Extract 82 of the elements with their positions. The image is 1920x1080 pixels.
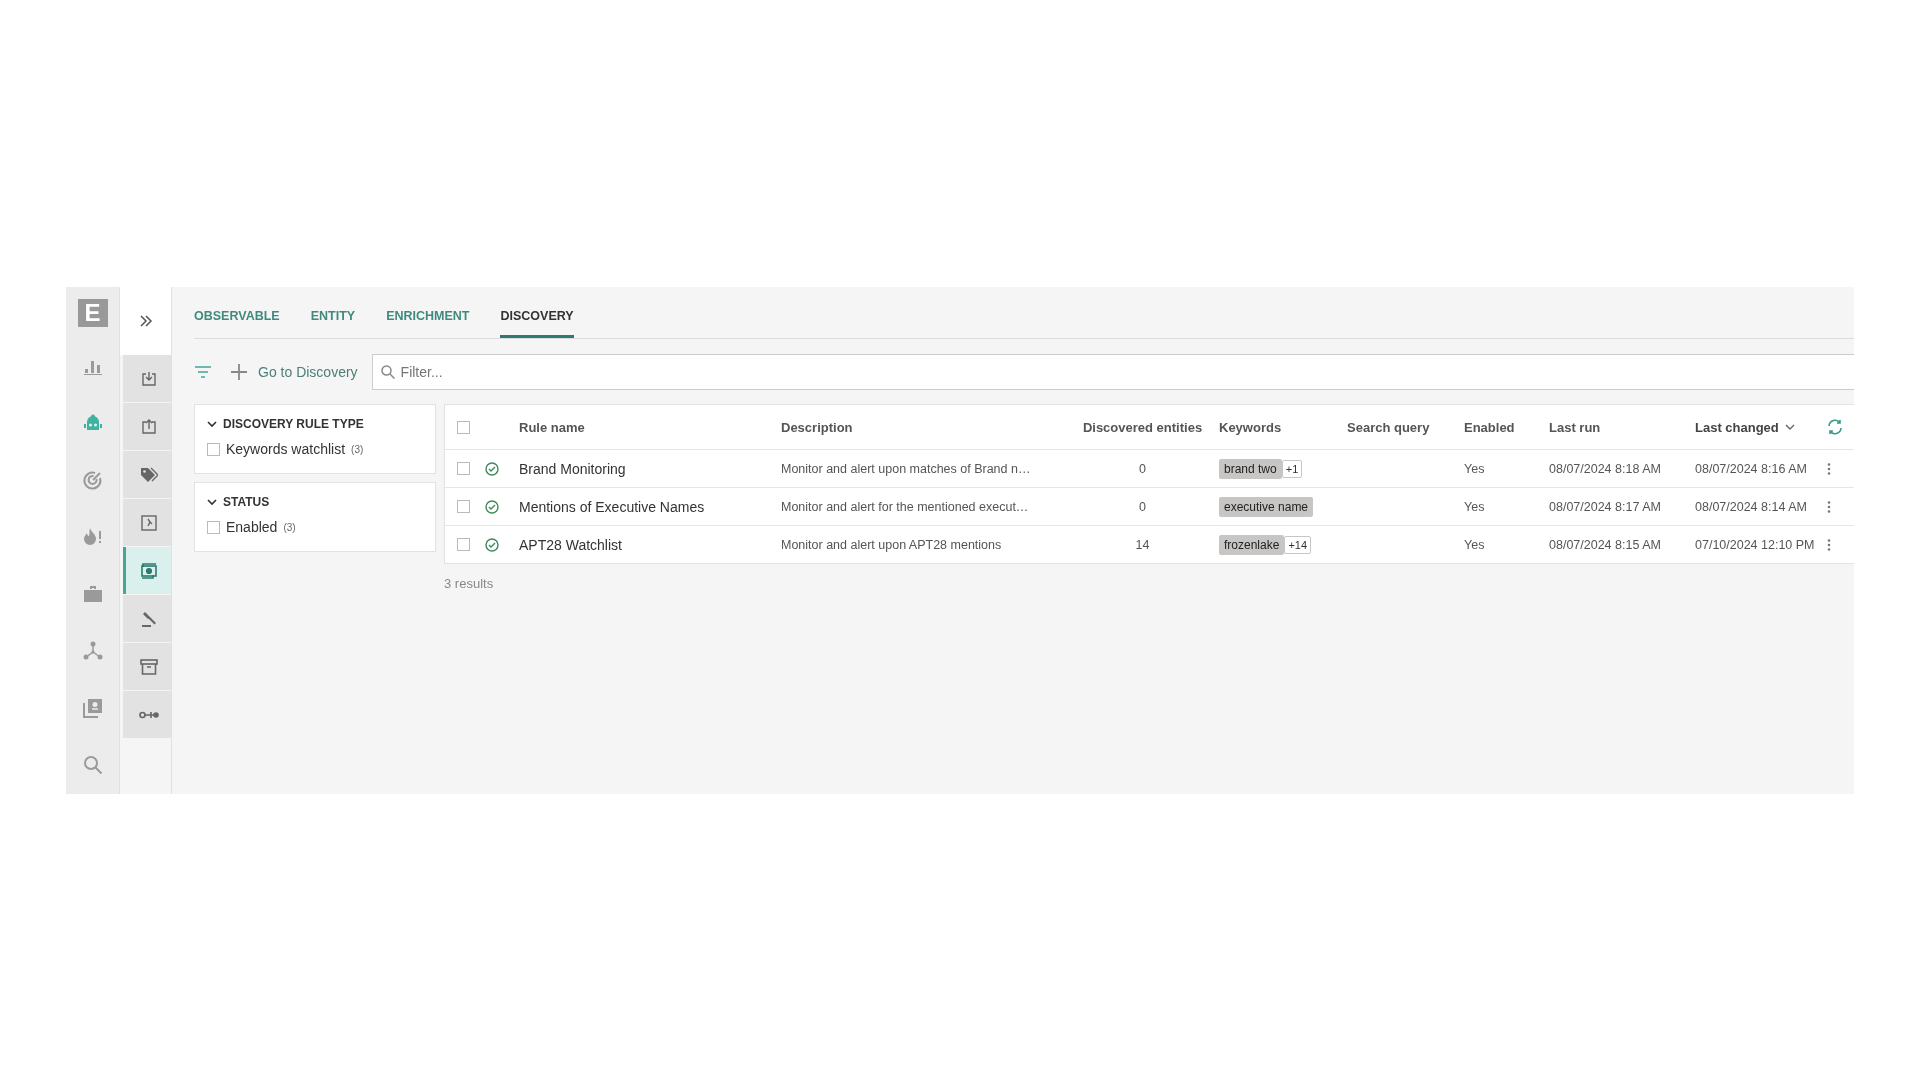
subnav-button[interactable] xyxy=(123,355,171,402)
keyword-tag: brand two xyxy=(1219,458,1282,479)
archive-box-icon xyxy=(139,657,158,676)
column-header[interactable]: Keywords xyxy=(1219,419,1282,435)
tab[interactable]: ENTITY xyxy=(310,309,356,338)
chevron-icon xyxy=(207,497,217,507)
last-run-time: 08/07/2024 8:17 AM xyxy=(1549,499,1661,514)
filter-option-label[interactable]: Enabled xyxy=(226,519,278,535)
robot-icon xyxy=(82,413,103,432)
column-header[interactable]: Search query xyxy=(1347,419,1430,435)
more-options-icon[interactable] xyxy=(1827,538,1831,551)
filter-field[interactable]: Filter... xyxy=(371,354,1854,390)
rule-name[interactable]: Brand Monitoring xyxy=(519,460,626,477)
chevron-icon xyxy=(207,419,217,429)
rule-name[interactable]: APT28 Watchlist xyxy=(519,536,622,553)
subnav-button[interactable] xyxy=(123,451,171,498)
column-header[interactable]: Enabled xyxy=(1464,419,1515,435)
entity-count: 0 xyxy=(1139,461,1146,476)
last-run-time: 08/07/2024 8:18 AM xyxy=(1549,461,1661,476)
flame-alert-icon xyxy=(82,526,103,547)
filter-group-toggle[interactable]: DISCOVERY RULE TYPE xyxy=(207,417,364,431)
entity-count: 0 xyxy=(1139,499,1146,514)
subnav-button[interactable] xyxy=(123,691,171,738)
subnav-button[interactable] xyxy=(123,403,171,450)
target-icon xyxy=(82,469,103,490)
subnav-button[interactable] xyxy=(123,595,171,642)
double-chevron-icon xyxy=(138,315,153,327)
select-all-checkbox[interactable] xyxy=(457,420,470,434)
last-run-time: 08/07/2024 8:15 AM xyxy=(1549,537,1661,552)
tray-up-arrow-icon xyxy=(140,418,157,435)
row-checkbox[interactable] xyxy=(457,538,470,551)
column-header[interactable]: Rule name xyxy=(519,419,585,435)
option-count: (3) xyxy=(283,521,296,533)
entity-count: 14 xyxy=(1135,537,1150,552)
more-options-icon[interactable] xyxy=(1827,462,1831,475)
tags-icon xyxy=(139,466,158,483)
enabled-value: Yes xyxy=(1464,461,1485,476)
row-checkbox[interactable] xyxy=(457,462,470,475)
column-header[interactable]: Last run xyxy=(1549,419,1601,435)
keyword-tag: frozenlake xyxy=(1219,534,1285,555)
column-header[interactable]: Discovered entities xyxy=(1082,419,1203,435)
more-keywords-badge: +1 xyxy=(1281,459,1303,478)
subnav-button[interactable] xyxy=(123,499,171,546)
subnav-button[interactable] xyxy=(123,547,171,594)
tray-down-arrow-icon xyxy=(140,370,157,387)
refresh-icon[interactable] xyxy=(1827,419,1843,435)
last-changed-time: 08/07/2024 8:14 AM xyxy=(1695,499,1807,514)
search-icon xyxy=(82,754,103,775)
briefcase-icon xyxy=(82,584,103,603)
column-header[interactable]: Last changed xyxy=(1695,419,1779,435)
search-icon xyxy=(380,365,395,379)
go-to-discovery-button[interactable]: Go to Discovery xyxy=(226,363,362,381)
sort-chevron-icon[interactable] xyxy=(1784,423,1795,431)
filter-option-label[interactable]: Keywords watchlist xyxy=(226,441,346,457)
tab[interactable]: OBSERVABLE xyxy=(194,309,280,338)
framed-figure-icon xyxy=(140,514,157,531)
subnav-button[interactable] xyxy=(123,643,171,690)
column-header[interactable]: Description xyxy=(781,419,853,435)
row-checkbox[interactable] xyxy=(457,500,470,513)
description-text: Monitor and alert upon APT28 mentions xyxy=(781,537,1002,552)
contacts-book-icon xyxy=(82,697,103,718)
last-changed-time: 08/07/2024 8:16 AM xyxy=(1695,461,1807,476)
filter-lines-icon[interactable] xyxy=(194,366,212,378)
last-changed-time: 07/10/2024 12:10 PM xyxy=(1695,537,1815,552)
key-connector-icon xyxy=(138,709,159,720)
more-keywords-badge: +14 xyxy=(1284,535,1312,554)
tab[interactable]: DISCOVERY xyxy=(500,309,574,338)
checkbox[interactable] xyxy=(207,520,220,534)
description-text: Monitor and alert upon matches of Brand n… xyxy=(781,461,1031,476)
results-count: 3 results xyxy=(444,576,495,591)
enabled-value: Yes xyxy=(1464,537,1485,552)
filter-group-toggle[interactable]: STATUS xyxy=(207,495,270,509)
tab[interactable]: ENRICHMENT xyxy=(386,309,470,338)
description-text: Monitor and alert for the mentioned execut… xyxy=(781,499,1029,514)
keyword-tag: executive name xyxy=(1219,496,1314,517)
more-options-icon[interactable] xyxy=(1827,500,1831,513)
option-count: (3) xyxy=(351,443,364,455)
checkbox[interactable] xyxy=(207,442,220,456)
enabled-value: Yes xyxy=(1464,499,1485,514)
rule-name[interactable]: Mentions of Executive Names xyxy=(519,498,705,515)
network-icon xyxy=(82,640,103,661)
plus-icon xyxy=(230,363,248,381)
